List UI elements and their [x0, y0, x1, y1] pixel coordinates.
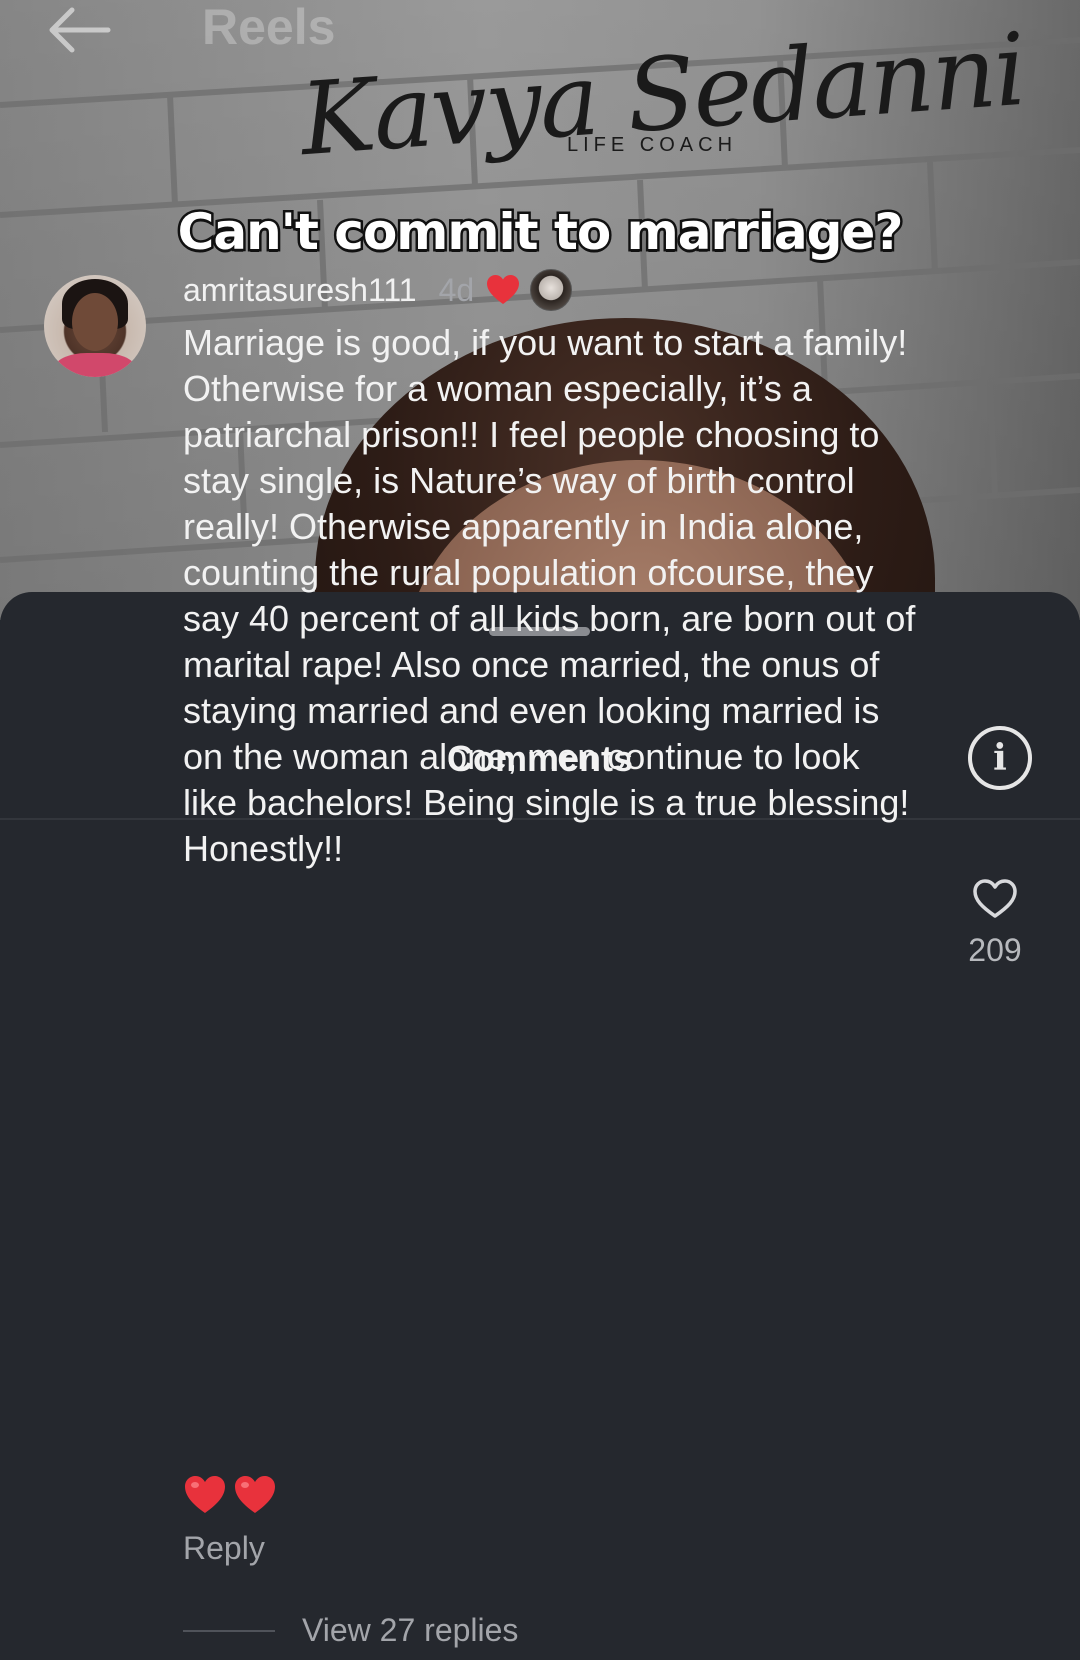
- comment-emoji-row: [183, 1474, 277, 1516]
- creator-avatar: [530, 269, 573, 311]
- replies-divider-line: [183, 1630, 275, 1632]
- comment-username[interactable]: amritasuresh111: [183, 272, 417, 309]
- comment-header: amritasuresh111 4d: [183, 268, 573, 312]
- red-heart-emoji-icon: [185, 1476, 225, 1513]
- info-icon[interactable]: i: [968, 726, 1032, 790]
- red-heart-emoji-icon: [235, 1476, 275, 1513]
- heart-filled-icon: [487, 275, 520, 304]
- heart-outline-icon[interactable]: [972, 878, 1018, 920]
- comment-text: Marriage is good, if you want to start a…: [183, 322, 916, 869]
- like-count: 209: [968, 932, 1022, 968]
- comment-timestamp: 4d: [438, 271, 475, 308]
- brand-logo-subtitle: LIFE COACH: [567, 134, 738, 156]
- avatar-face: [72, 293, 118, 351]
- reels-comments-screen: Reels Kavya Sedanni LIFE COACH Can't com…: [0, 0, 1080, 1660]
- view-replies-button[interactable]: View 27 replies: [302, 1612, 518, 1649]
- video-caption: Can't commit to marriage?: [175, 201, 906, 264]
- back-arrow-icon[interactable]: [44, 4, 112, 56]
- avatar-shirt: [54, 353, 136, 377]
- brand-logo: Kavya Sedanni LIFE COACH: [297, 11, 1028, 200]
- avatar[interactable]: [44, 275, 146, 377]
- reply-button[interactable]: Reply: [183, 1530, 265, 1567]
